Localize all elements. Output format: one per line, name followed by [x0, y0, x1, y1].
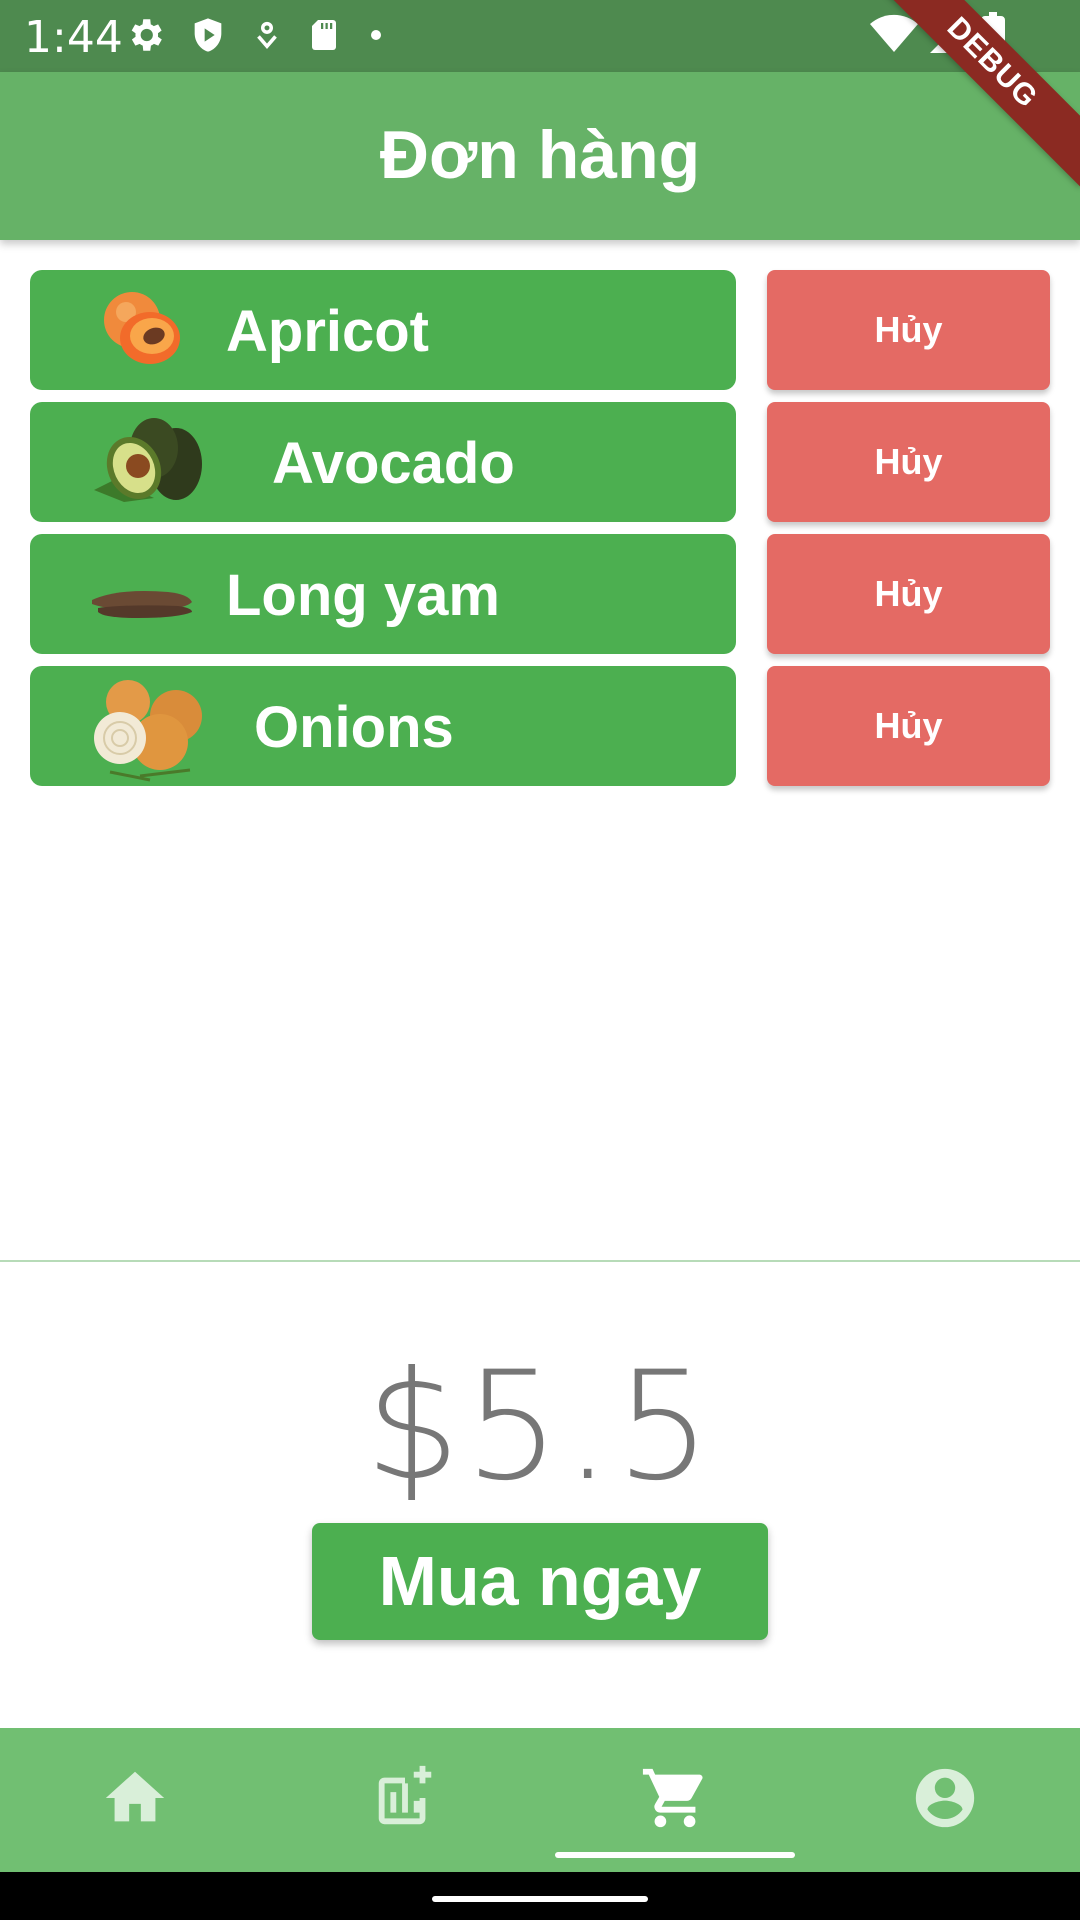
cancel-button[interactable]: Hủy: [767, 270, 1050, 390]
divider: [0, 1260, 1080, 1262]
nav-selected-indicator: [555, 1852, 795, 1858]
order-row: Onions Hủy: [30, 666, 1050, 786]
status-time: 1:44: [24, 12, 123, 63]
order-item-card[interactable]: Apricot: [30, 270, 736, 390]
cancel-button[interactable]: Hủy: [767, 666, 1050, 786]
page-title: Đơn hàng: [379, 117, 701, 193]
sd-card-icon: [306, 15, 342, 55]
order-row: Apricot Hủy: [30, 270, 1050, 390]
play-protect-icon: [188, 14, 228, 56]
avocado-image: [88, 416, 202, 508]
wifi-icon: [870, 14, 918, 59]
chart-add-icon: [370, 1763, 440, 1838]
cancel-button[interactable]: Hủy: [767, 402, 1050, 522]
cart-icon: [640, 1763, 710, 1838]
order-item-card[interactable]: Avocado: [30, 402, 736, 522]
account-icon: [910, 1763, 980, 1838]
order-row: Avocado Hủy: [30, 402, 1050, 522]
order-item-name: Long yam: [226, 563, 500, 628]
location-icon: [250, 15, 284, 55]
status-icons: [124, 14, 388, 56]
order-item-card[interactable]: Long yam: [30, 534, 736, 654]
app-bar: Đơn hàng: [0, 72, 1080, 240]
nav-cart[interactable]: [540, 1728, 810, 1872]
order-item-name: Apricot: [226, 299, 429, 364]
order-item-name: Onions: [254, 695, 454, 760]
home-icon: [100, 1763, 170, 1838]
cancel-button[interactable]: Hủy: [767, 534, 1050, 654]
onions-image: [88, 680, 202, 782]
order-row: Long yam Hủy: [30, 534, 1050, 654]
apricot-image: [88, 284, 200, 376]
nav-account[interactable]: [810, 1728, 1080, 1872]
long-yam-image: [88, 548, 200, 640]
order-item-card[interactable]: Onions: [30, 666, 736, 786]
total-price: $5.5: [365, 1340, 715, 1514]
settings-icon: [124, 14, 166, 56]
order-item-name: Avocado: [272, 431, 515, 496]
buy-now-button[interactable]: Mua ngay: [312, 1523, 768, 1640]
nav-stats[interactable]: [270, 1728, 540, 1872]
nav-home[interactable]: [0, 1728, 270, 1872]
notification-dot-icon: [364, 23, 388, 47]
bottom-nav: [0, 1728, 1080, 1872]
home-gesture-handle[interactable]: [432, 1896, 648, 1902]
order-list: Apricot Hủy Avocado Hủy Long yam Hủy Oni…: [30, 270, 1050, 798]
